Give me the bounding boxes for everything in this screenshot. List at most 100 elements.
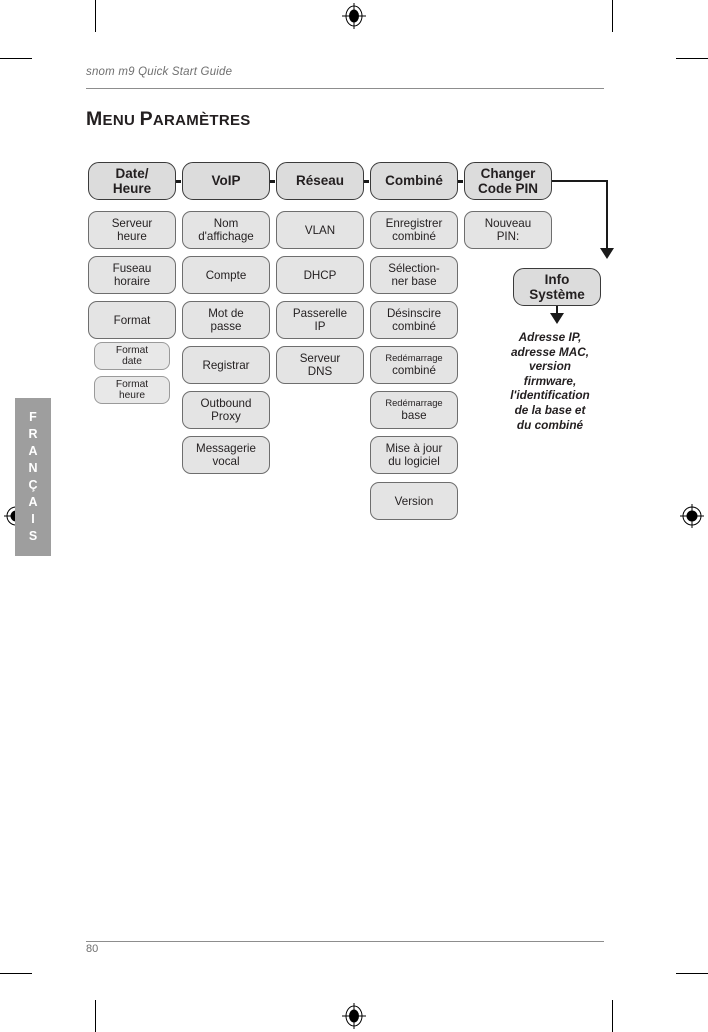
menu-node-line1: Registrar bbox=[202, 358, 250, 372]
menu-node-label: Format bbox=[114, 314, 151, 327]
menu-node-label: Sélection- ner base bbox=[388, 262, 440, 288]
menu-node-line1: VoIP bbox=[211, 173, 241, 189]
menu-node-label: Date/ Heure bbox=[113, 166, 151, 196]
menu-node-line1: Messagerie bbox=[196, 442, 256, 456]
menu-node-line1: Nom bbox=[213, 217, 239, 231]
menu-node-label: Redémarrage combiné bbox=[385, 353, 442, 377]
menu-node-line1: Compte bbox=[205, 268, 247, 282]
menu-node-label: Info Système bbox=[529, 272, 585, 302]
menu-node-line1: DHCP bbox=[303, 268, 337, 282]
caption-line: de la base et bbox=[514, 402, 586, 417]
menu-node-redemarrage-base[interactable]: Redémarrage base bbox=[370, 391, 458, 429]
menu-node-label: Format date bbox=[116, 345, 148, 368]
menu-node-redemarrage-combine[interactable]: Redémarrage combiné bbox=[370, 346, 458, 384]
menu-node-mise-a-jour-du-logiciel[interactable]: Mise à jour du logiciel bbox=[370, 436, 458, 474]
menu-node-line1: Info bbox=[544, 271, 570, 287]
menu-node-line2: Proxy bbox=[211, 410, 241, 423]
menu-node-line1: Format bbox=[115, 378, 149, 390]
menu-node-label: Compte bbox=[206, 269, 247, 282]
menu-node-info-systeme[interactable]: Info Système bbox=[513, 268, 601, 306]
connector-horizontal-to-info bbox=[552, 180, 608, 182]
menu-node-format[interactable]: Format bbox=[88, 301, 176, 339]
menu-node-line2: Heure bbox=[112, 181, 152, 196]
menu-node-compte[interactable]: Compte bbox=[182, 256, 270, 294]
menu-node-line2: Code PIN bbox=[477, 181, 538, 196]
menu-tree-diagram: Date/ Heure VoIP Réseau Combiné Changer … bbox=[0, 0, 708, 1032]
caption-line: Adresse IP, bbox=[518, 330, 582, 344]
menu-node-line2: passe bbox=[210, 320, 242, 333]
menu-node-label: Fuseau horaire bbox=[113, 262, 152, 288]
menu-node-changer-code-pin[interactable]: Changer Code PIN bbox=[464, 162, 552, 200]
caption-line: du combiné bbox=[516, 417, 584, 432]
menu-node-line1: Nouveau bbox=[484, 217, 532, 231]
menu-node-mot-de-passe[interactable]: Mot de passe bbox=[182, 301, 270, 339]
menu-node-line2: combiné bbox=[392, 320, 436, 333]
menu-node-combine[interactable]: Combiné bbox=[370, 162, 458, 200]
menu-node-nom-affichage[interactable]: Nom d'affichage bbox=[182, 211, 270, 249]
menu-node-label: VLAN bbox=[305, 224, 335, 237]
menu-node-enregistrer-combine[interactable]: Enregistrer combiné bbox=[370, 211, 458, 249]
menu-node-label: Redémarrage base bbox=[385, 398, 442, 422]
menu-node-line2: base bbox=[401, 408, 427, 422]
menu-node-line1: Enregistrer bbox=[385, 217, 443, 231]
menu-node-line2: combiné bbox=[392, 230, 436, 243]
menu-node-label: Désinscire combiné bbox=[387, 307, 441, 333]
connector-vertical-to-info bbox=[606, 180, 608, 250]
menu-node-registrar[interactable]: Registrar bbox=[182, 346, 270, 384]
menu-node-label: Réseau bbox=[296, 173, 344, 188]
menu-node-line2: vocal bbox=[212, 455, 240, 468]
menu-node-line1: Format bbox=[115, 344, 149, 356]
menu-node-label: Serveur DNS bbox=[300, 352, 341, 378]
menu-node-fuseau-horaire[interactable]: Fuseau horaire bbox=[88, 256, 176, 294]
menu-node-selectionner-base[interactable]: Sélection- ner base bbox=[370, 256, 458, 294]
menu-node-label: Nouveau PIN: bbox=[485, 217, 531, 243]
menu-node-line2: date bbox=[122, 356, 142, 367]
menu-node-label: Enregistrer combiné bbox=[386, 217, 443, 243]
menu-node-line2: ner base bbox=[391, 275, 437, 288]
menu-node-voip[interactable]: VoIP bbox=[182, 162, 270, 200]
page-canvas: snom m9 Quick Start Guide MENU PARAMÈTRE… bbox=[0, 0, 708, 1032]
footer-rule bbox=[86, 941, 604, 942]
menu-node-label: Registrar bbox=[202, 359, 249, 372]
menu-node-line1: Changer bbox=[480, 165, 536, 181]
menu-node-line1: Sélection- bbox=[388, 262, 440, 276]
menu-node-line2: DNS bbox=[307, 365, 333, 378]
menu-node-line1: Format bbox=[113, 313, 151, 327]
menu-node-reseau[interactable]: Réseau bbox=[276, 162, 364, 200]
menu-node-line1: Redémarrage bbox=[385, 352, 443, 364]
menu-node-line1: Mise à jour bbox=[385, 442, 443, 456]
menu-node-line1: Passerelle bbox=[292, 307, 348, 321]
menu-node-vlan[interactable]: VLAN bbox=[276, 211, 364, 249]
menu-node-label: Combiné bbox=[385, 173, 443, 188]
menu-node-label: VoIP bbox=[211, 173, 240, 188]
arrowhead-to-info bbox=[600, 248, 614, 259]
menu-node-nouveau-pin[interactable]: Nouveau PIN: bbox=[464, 211, 552, 249]
menu-node-passerelle-ip[interactable]: Passerelle IP bbox=[276, 301, 364, 339]
menu-node-line1: Serveur bbox=[299, 352, 341, 366]
info-systeme-caption: Adresse IP, adresse MAC, version firmwar… bbox=[490, 330, 610, 432]
menu-node-line1: Combiné bbox=[385, 173, 443, 189]
caption-line: firmware, bbox=[523, 373, 577, 388]
menu-node-messagerie-vocal[interactable]: Messagerie vocal bbox=[182, 436, 270, 474]
menu-node-label: Messagerie vocal bbox=[196, 442, 256, 468]
menu-node-dhcp[interactable]: DHCP bbox=[276, 256, 364, 294]
caption-line: l'identification bbox=[510, 388, 590, 403]
menu-node-label: Passerelle IP bbox=[293, 307, 347, 333]
menu-node-label: Outbound Proxy bbox=[201, 397, 252, 423]
menu-node-desinscire-combine[interactable]: Désinscire combiné bbox=[370, 301, 458, 339]
menu-node-line2: du logiciel bbox=[388, 455, 440, 468]
menu-node-format-date[interactable]: Format date bbox=[94, 342, 170, 370]
menu-node-format-heure[interactable]: Format heure bbox=[94, 376, 170, 404]
menu-node-line1: Version bbox=[394, 494, 434, 508]
menu-node-serveur-dns[interactable]: Serveur DNS bbox=[276, 346, 364, 384]
menu-node-outbound-proxy[interactable]: Outbound Proxy bbox=[182, 391, 270, 429]
menu-node-line1: Serveur bbox=[111, 217, 153, 231]
caption-line: adresse MAC, bbox=[510, 344, 590, 359]
menu-node-date-heure[interactable]: Date/ Heure bbox=[88, 162, 176, 200]
menu-node-label: Version bbox=[395, 495, 434, 508]
menu-node-line2: heure bbox=[117, 230, 147, 243]
menu-node-serveur-heure[interactable]: Serveur heure bbox=[88, 211, 176, 249]
menu-node-line2: d'affichage bbox=[198, 230, 254, 243]
menu-node-version[interactable]: Version bbox=[370, 482, 458, 520]
page-number: 80 bbox=[86, 943, 99, 955]
